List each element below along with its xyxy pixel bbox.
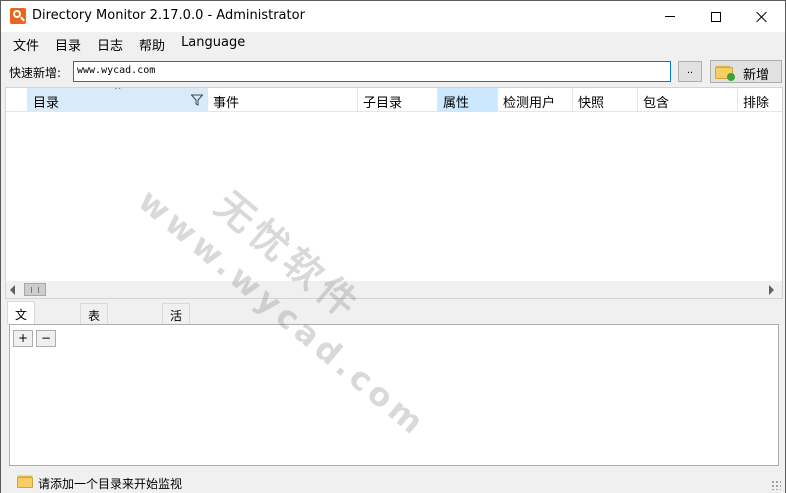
directory-grid[interactable]: 目录 ^ 事件 子目录 属性 检测用户 快照 包含 排除 (5, 87, 783, 299)
column-header-exclude[interactable]: 排除 (738, 88, 782, 112)
quick-add-input[interactable]: www.wycad.com (73, 61, 671, 82)
menu-language[interactable]: Language (173, 32, 253, 54)
expand-all-button[interactable]: + (13, 330, 33, 347)
grid-body[interactable] (6, 113, 782, 281)
menu-help[interactable]: 帮助 (131, 32, 173, 54)
add-button[interactable]: 新增 (710, 60, 782, 83)
resize-grip-icon[interactable] (771, 480, 781, 490)
column-header-include[interactable]: 包含 (638, 88, 738, 112)
close-button[interactable] (739, 1, 785, 32)
minimize-icon (665, 16, 675, 17)
scroll-left-arrow-icon[interactable] (10, 285, 15, 295)
menu-log[interactable]: 日志 (89, 32, 131, 54)
scroll-thumb[interactable] (24, 283, 46, 296)
browse-button[interactable]: .. (678, 61, 702, 82)
minimize-button[interactable] (647, 1, 693, 32)
column-header-snapshot[interactable]: 快照 (573, 88, 638, 112)
menu-file[interactable]: 文件 (5, 32, 47, 54)
menu-bar: 文件 目录 日志 帮助 Language (1, 32, 785, 54)
horizontal-scrollbar[interactable] (6, 281, 782, 298)
column-header-event[interactable]: 事件 (208, 88, 358, 112)
quick-add-label: 快速新增: (9, 66, 62, 80)
collapse-all-button[interactable]: − (36, 330, 56, 347)
column-label-directory: 目录 (33, 96, 60, 111)
tab-activity-log[interactable]: 活动日志 (162, 303, 191, 374)
status-bar: 请添加一个目录来开始监视 (1, 471, 785, 493)
app-magnifier-icon (10, 8, 26, 24)
menu-directory[interactable]: 目录 (47, 32, 89, 54)
column-header-detect-user[interactable]: 检测用户 (498, 88, 573, 112)
quick-add-bar: 快速新增: www.wycad.com .. 新增 (1, 57, 785, 85)
folder-icon (17, 475, 33, 488)
column-header-subdirectory[interactable]: 子目录 (358, 88, 438, 112)
tab-table-log[interactable]: 表格式日志 (80, 303, 109, 391)
grid-header: 目录 ^ 事件 子目录 属性 检测用户 快照 包含 排除 (6, 88, 782, 112)
app-window: Directory Monitor 2.17.0.0 - Administrat… (0, 0, 786, 493)
column-header-selector[interactable] (6, 88, 28, 112)
add-button-label: 新增 (743, 68, 770, 83)
close-icon (756, 11, 768, 23)
text-log-panel[interactable]: + − (9, 324, 779, 466)
column-header-attributes[interactable]: 属性 (438, 88, 498, 112)
scroll-right-arrow-icon[interactable] (769, 285, 774, 295)
filter-icon[interactable] (191, 94, 203, 106)
sort-ascending-icon: ^ (114, 88, 122, 96)
tab-text-log[interactable]: 文本日志 (7, 301, 36, 373)
status-text: 请添加一个目录来开始监视 (38, 477, 183, 491)
add-folder-icon (715, 65, 735, 81)
window-title: Directory Monitor 2.17.0.0 - Administrat… (32, 8, 305, 23)
maximize-button[interactable] (693, 1, 739, 32)
column-header-directory[interactable]: 目录 ^ (28, 88, 208, 112)
maximize-icon (711, 11, 721, 22)
title-bar[interactable]: Directory Monitor 2.17.0.0 - Administrat… (1, 1, 785, 32)
